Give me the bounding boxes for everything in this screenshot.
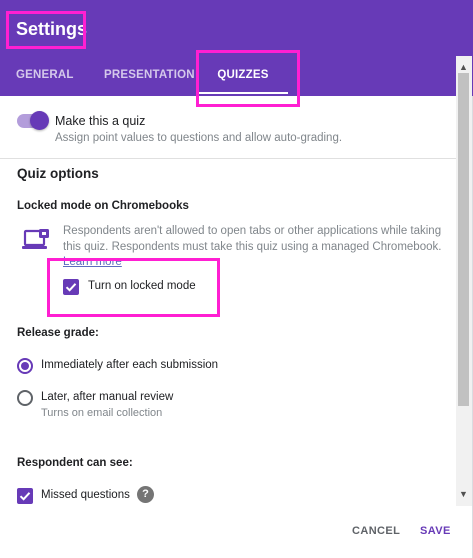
tab-presentation[interactable]: PRESENTATION: [104, 56, 195, 96]
dialog-header: Settings GENERAL PRESENTATION QUIZZES: [0, 0, 473, 96]
quiz-options-heading: Quiz options: [17, 166, 99, 181]
locked-mode-heading: Locked mode on Chromebooks: [17, 200, 189, 212]
learn-more-link[interactable]: Learn more: [63, 256, 122, 268]
make-quiz-label: Make this a quiz: [55, 114, 146, 128]
tab-bar: GENERAL PRESENTATION QUIZZES: [0, 56, 473, 96]
scroll-up-arrow-icon[interactable]: ▲: [459, 62, 468, 72]
radio-dot: [21, 362, 29, 370]
locked-mode-checkbox-label: Turn on locked mode: [88, 280, 196, 292]
toggle-knob: [30, 111, 49, 130]
make-quiz-description: Assign point values to questions and all…: [55, 132, 343, 144]
settings-content: Make this a quiz Assign point values to …: [0, 96, 456, 506]
release-immediately-radio[interactable]: [17, 358, 33, 374]
scroll-down-arrow-icon[interactable]: ▼: [459, 489, 468, 499]
cancel-button[interactable]: CANCEL: [352, 525, 400, 537]
laptop-icon: [22, 229, 49, 249]
release-later-label: Later, after manual review: [41, 391, 174, 403]
checkmark-icon: [65, 283, 77, 292]
dialog-title: Settings: [16, 19, 88, 39]
respondent-can-see-heading: Respondent can see:: [17, 457, 133, 469]
missed-questions-label: Missed questions: [41, 489, 130, 501]
release-immediately-label: Immediately after each submission: [41, 359, 219, 371]
make-quiz-toggle[interactable]: [17, 111, 49, 130]
scrollbar-thumb[interactable]: [458, 73, 469, 406]
tab-quizzes[interactable]: QUIZZES: [198, 56, 288, 96]
settings-dialog: Settings GENERAL PRESENTATION QUIZZES ▲ …: [0, 0, 473, 558]
tab-general[interactable]: GENERAL: [16, 56, 73, 96]
checkmark-icon: [19, 492, 31, 501]
release-grade-heading: Release grade:: [17, 327, 99, 339]
locked-mode-description: Respondents aren't allowed to open tabs …: [63, 225, 442, 253]
active-tab-indicator: [198, 92, 288, 94]
save-button[interactable]: SAVE: [420, 525, 451, 537]
missed-questions-checkbox[interactable]: [17, 488, 33, 504]
section-divider: [0, 158, 456, 159]
release-later-radio[interactable]: [17, 390, 33, 406]
release-later-sublabel: Turns on email collection: [41, 407, 163, 419]
help-icon[interactable]: ?: [137, 486, 154, 503]
locked-mode-checkbox[interactable]: [63, 279, 79, 295]
